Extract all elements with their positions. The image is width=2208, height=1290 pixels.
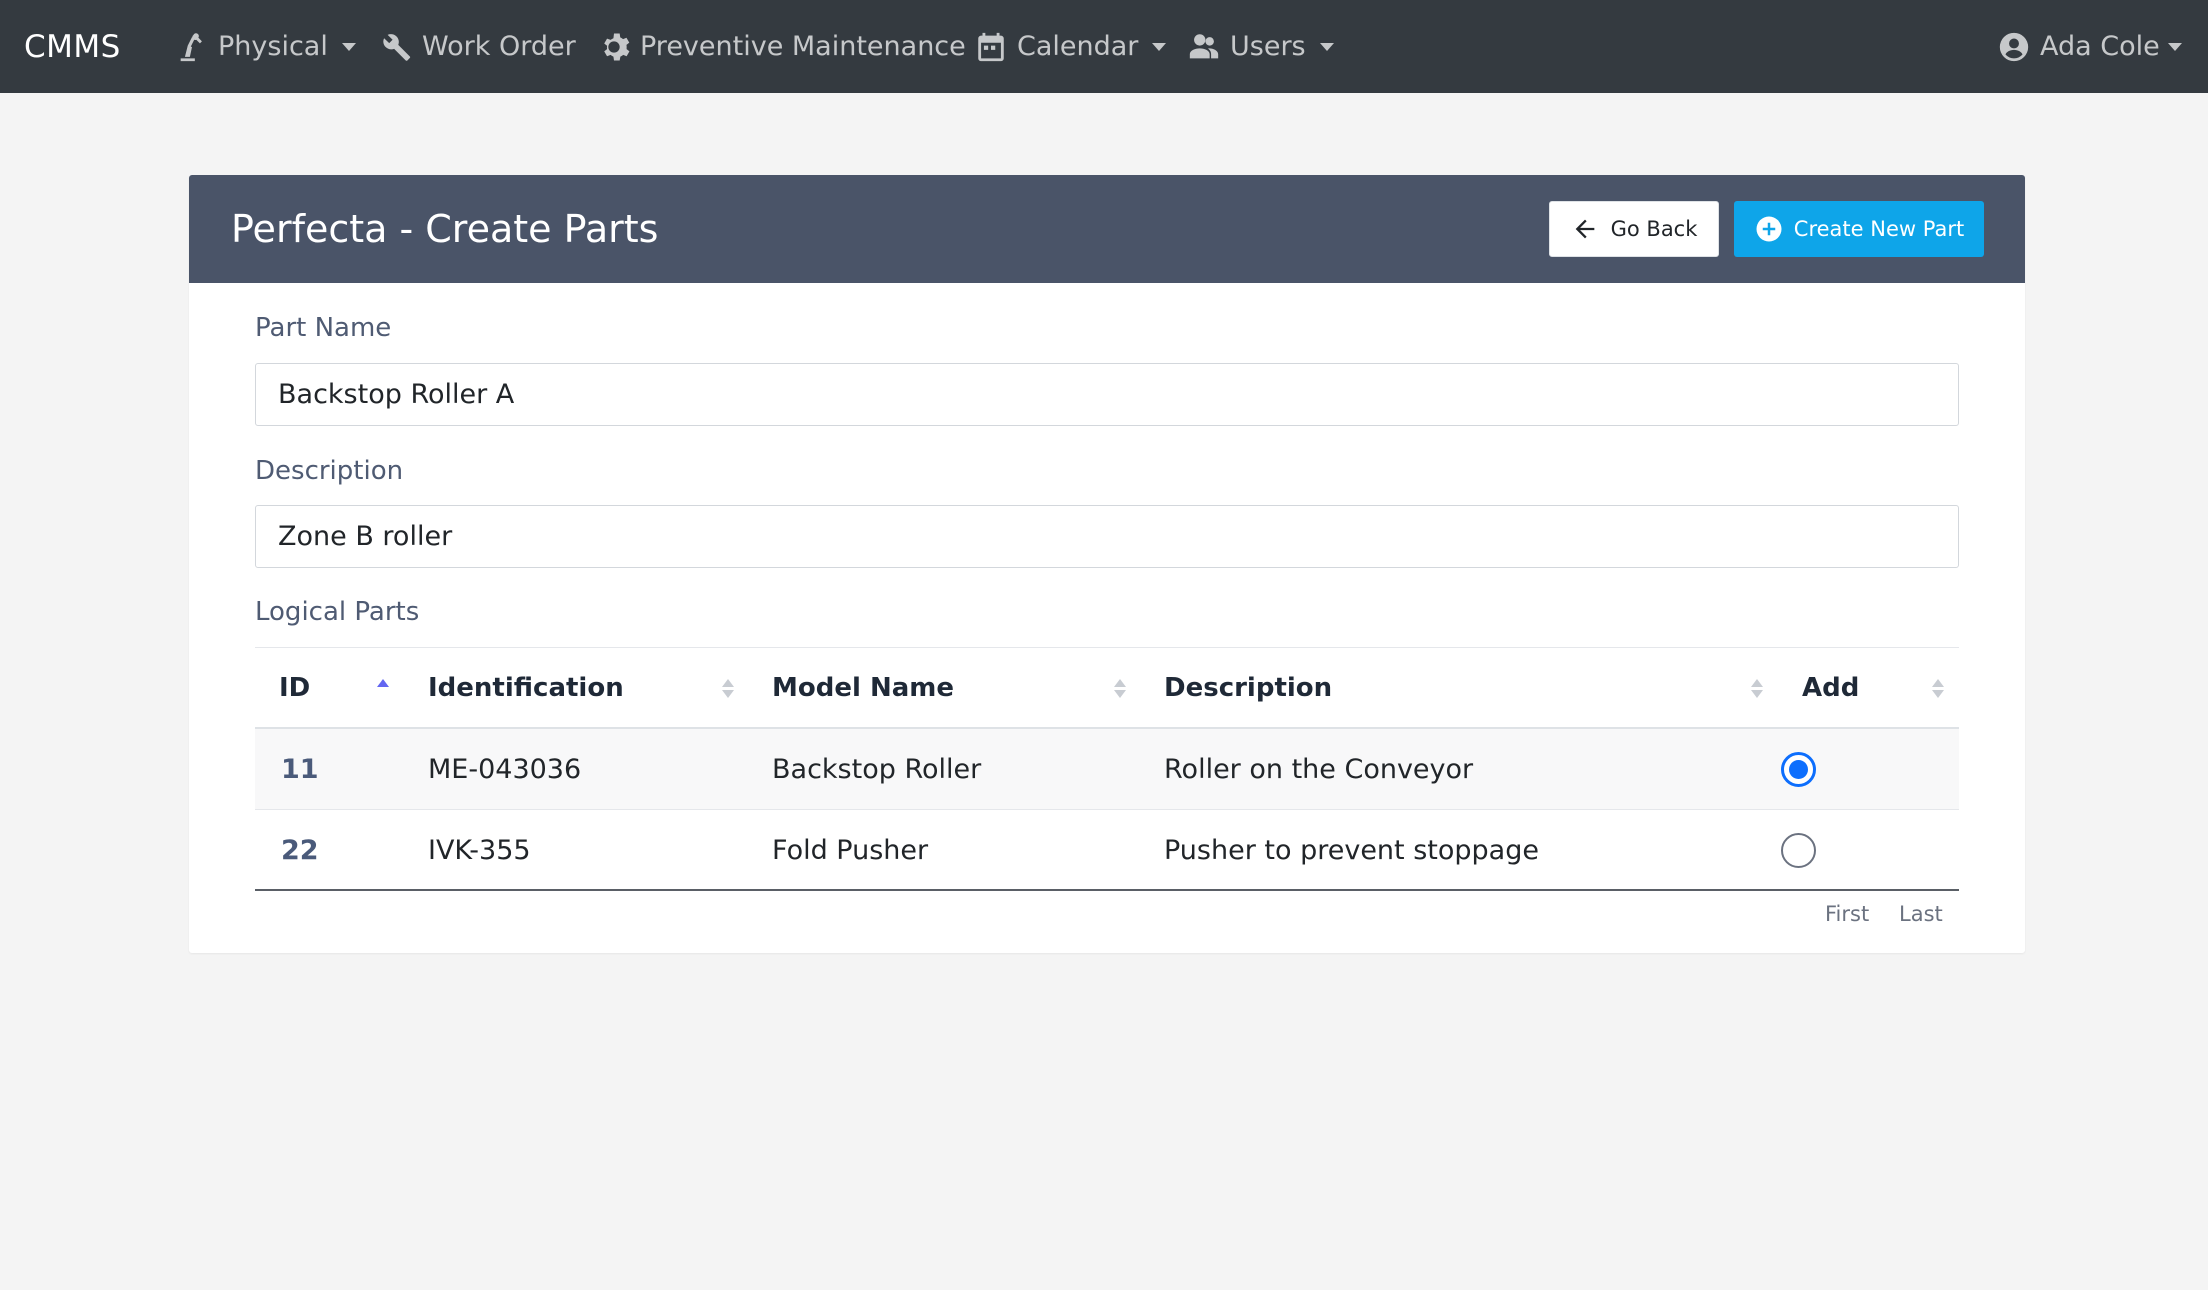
nav-item-users[interactable]: Users: [1186, 0, 1334, 93]
go-back-button[interactable]: Go Back: [1549, 201, 1719, 257]
robot-arm-icon: [174, 29, 210, 65]
part-name-label: Part Name: [255, 313, 392, 343]
users-icon: [1186, 29, 1222, 65]
nav-label-calendar: Calendar: [1017, 31, 1139, 62]
column-header-identification[interactable]: Identification: [428, 648, 624, 728]
chevron-down-icon: [341, 42, 356, 51]
row-model-name: Backstop Roller: [772, 753, 982, 785]
page-title: Perfecta - Create Parts: [231, 207, 659, 251]
table-row: 11 ME-043036 Backstop Roller Roller on t…: [255, 729, 1959, 810]
row-description: Pusher to prevent stoppage: [1164, 834, 1539, 866]
sort-icon[interactable]: [1750, 648, 1764, 728]
column-header-model-name[interactable]: Model Name: [772, 648, 954, 728]
pager-last[interactable]: Last: [1899, 902, 1943, 932]
chevron-down-icon: [1319, 42, 1334, 51]
user-menu[interactable]: Ada Cole: [1996, 0, 2182, 93]
chevron-down-icon: [1152, 42, 1167, 51]
sort-icon[interactable]: [721, 648, 735, 728]
nav-item-calendar[interactable]: Calendar: [973, 0, 1167, 93]
column-header-description[interactable]: Description: [1164, 648, 1332, 728]
nav-item-physical[interactable]: Physical: [174, 0, 356, 93]
nav-label-work-order: Work Order: [422, 31, 576, 62]
row-identification: ME-043036: [428, 753, 582, 785]
row-description: Roller on the Conveyor: [1164, 753, 1474, 785]
nav-label-physical: Physical: [218, 31, 328, 62]
sort-icon[interactable]: [1931, 648, 1945, 728]
pager-first[interactable]: First: [1825, 902, 1869, 932]
chevron-down-icon: [2167, 42, 2182, 51]
column-header-id[interactable]: ID: [279, 648, 310, 728]
add-radio[interactable]: [1781, 833, 1816, 868]
logical-parts-label: Logical Parts: [255, 597, 420, 627]
column-header-add[interactable]: Add: [1802, 648, 1859, 728]
user-name: Ada Cole: [2040, 31, 2160, 62]
row-model-name: Fold Pusher: [772, 834, 929, 866]
create-new-part-label: Create New Part: [1793, 217, 1965, 241]
add-radio-checked[interactable]: [1781, 752, 1816, 787]
calendar-icon: [973, 29, 1009, 65]
part-name-input[interactable]: [255, 363, 1959, 426]
sort-asc-icon[interactable]: [376, 648, 390, 728]
card-header: Perfecta - Create Parts Go Back Create N…: [189, 175, 2025, 283]
nav-label-preventive-maintenance: Preventive Maintenance: [640, 31, 966, 62]
table-row: 22 IVK-355 Fold Pusher Pusher to prevent…: [255, 810, 1959, 891]
go-back-label: Go Back: [1610, 217, 1698, 241]
tools-icon: [378, 29, 414, 65]
create-new-part-button[interactable]: Create New Part: [1734, 201, 1984, 257]
nav-item-work-order[interactable]: Work Order: [378, 0, 576, 93]
table-header: ID Identification Model Name Description…: [255, 647, 1959, 729]
user-circle-icon: [1996, 29, 2032, 65]
gear-wrench-icon: [596, 29, 632, 65]
nav-label-users: Users: [1230, 31, 1306, 62]
sort-icon[interactable]: [1113, 648, 1127, 728]
plus-circle-icon: [1756, 216, 1782, 242]
row-identification: IVK-355: [428, 834, 531, 866]
nav-item-preventive-maintenance[interactable]: Preventive Maintenance: [596, 0, 966, 93]
create-parts-card: Perfecta - Create Parts Go Back Create N…: [189, 175, 2025, 953]
arrow-left-icon: [1575, 219, 1594, 239]
top-navbar: CMMS Physical Work Order Preventive Main…: [0, 0, 2208, 93]
brand-logo[interactable]: CMMS: [24, 0, 121, 93]
row-id-link[interactable]: 11: [281, 729, 319, 809]
row-id-link[interactable]: 22: [281, 810, 319, 890]
logical-parts-table: ID Identification Model Name Description…: [255, 647, 1959, 891]
description-label: Description: [255, 456, 404, 486]
description-input[interactable]: [255, 505, 1959, 568]
